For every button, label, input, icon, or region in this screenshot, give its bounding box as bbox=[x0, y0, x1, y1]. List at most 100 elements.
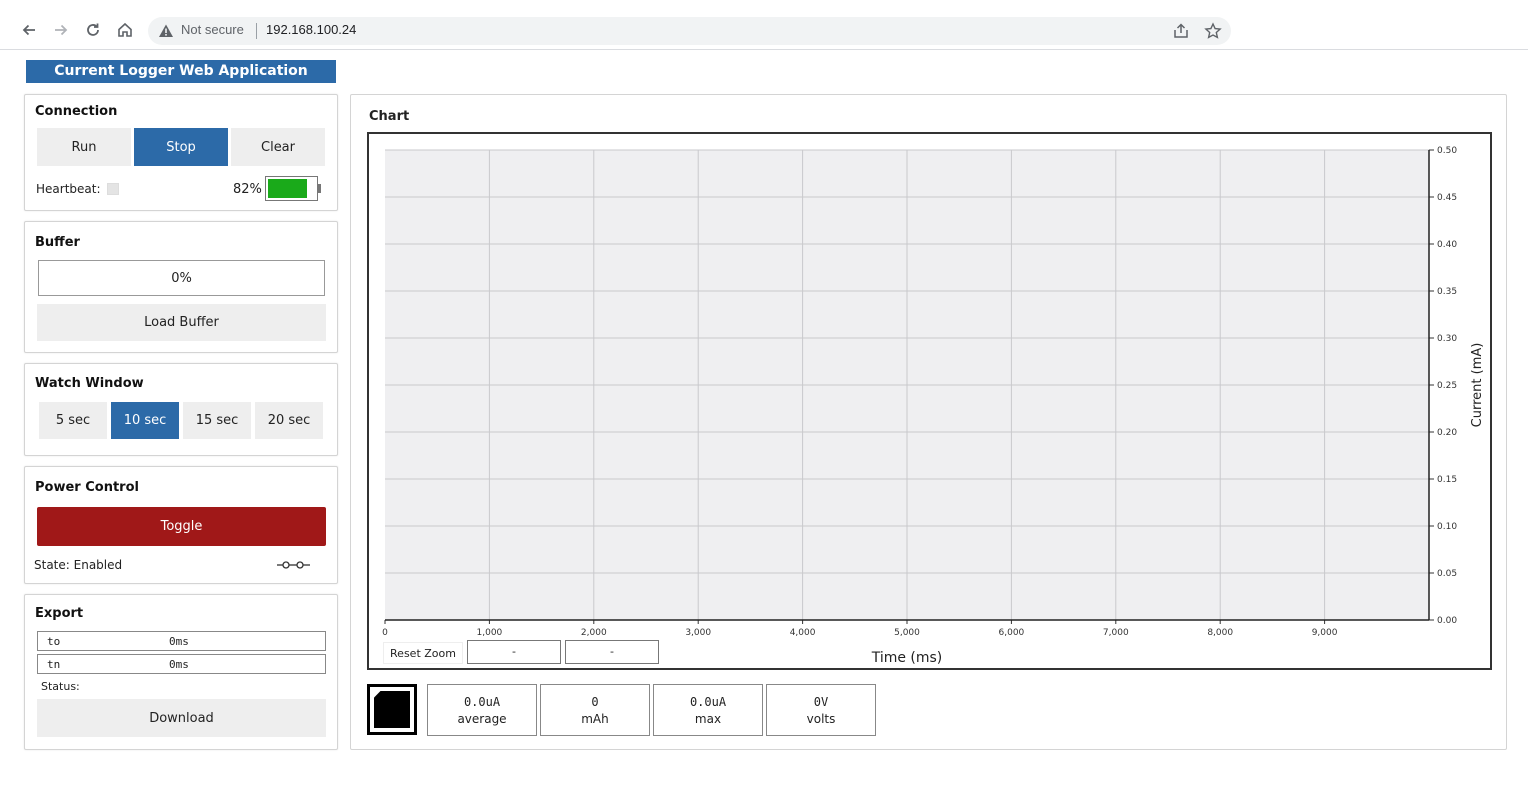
export-tn-field[interactable]: tn 0ms bbox=[37, 654, 326, 674]
connection-title: Connection bbox=[35, 104, 118, 119]
status-indicator bbox=[367, 684, 417, 735]
x-tick-label: 7,000 bbox=[1103, 628, 1129, 638]
x-tick-label: 9,000 bbox=[1312, 628, 1338, 638]
export-tn-value: 0ms bbox=[169, 658, 189, 671]
reload-icon bbox=[87, 23, 99, 36]
watch-20-sec-button[interactable]: 20 sec bbox=[255, 402, 323, 439]
battery-terminal bbox=[318, 184, 321, 193]
watch-window-panel: Watch Window 5 sec 10 sec 15 sec 20 sec bbox=[24, 363, 338, 456]
home-button[interactable] bbox=[112, 17, 138, 43]
x-tick-label: 3,000 bbox=[685, 628, 711, 638]
export-title: Export bbox=[35, 606, 84, 621]
x-tick-label: 2,000 bbox=[581, 628, 607, 638]
stat-volts-label: volts bbox=[806, 712, 836, 726]
stat-max-value: 0.0uA bbox=[689, 695, 727, 709]
battery-fill bbox=[268, 179, 307, 198]
power-state: State: Enabled bbox=[34, 558, 122, 572]
y-axis-title: Current (mA) bbox=[1470, 343, 1485, 428]
stat-volts: 0V volts bbox=[766, 684, 876, 736]
x-tick-label: 6,000 bbox=[999, 628, 1025, 638]
power-control-panel: Power Control Toggle State: Enabled bbox=[24, 466, 338, 584]
back-button[interactable] bbox=[16, 17, 42, 43]
warning-icon bbox=[159, 24, 173, 37]
chart-panel: Chart 0 1,000 2,000 3,000 4,000 5,000 6,000 7,0… bbox=[350, 94, 1507, 750]
x-tick-label: 8,000 bbox=[1207, 628, 1233, 638]
chart-panel-title: Chart bbox=[369, 109, 410, 124]
watch-10-sec-button[interactable]: 10 sec bbox=[111, 402, 179, 439]
reset-zoom-button[interactable]: Reset Zoom bbox=[383, 642, 463, 664]
stat-mah: 0 mAh bbox=[540, 684, 650, 736]
stat-max: 0.0uA max bbox=[653, 684, 763, 736]
buffer-title: Buffer bbox=[35, 235, 80, 250]
y-tick-label: 0.40 bbox=[1437, 240, 1457, 250]
download-button[interactable]: Download bbox=[37, 699, 326, 737]
power-state-label: State: bbox=[34, 558, 70, 572]
arrow-right-icon bbox=[55, 24, 68, 36]
export-to-label: to bbox=[47, 635, 61, 648]
stat-average-value: 0.0uA bbox=[463, 695, 501, 709]
watch-5-sec-button[interactable]: 5 sec bbox=[39, 402, 107, 439]
forward-button[interactable] bbox=[48, 17, 74, 43]
x-axis-title: Time (ms) bbox=[871, 650, 943, 666]
url-text[interactable]: 192.168.100.24 bbox=[266, 22, 356, 37]
watch-15-sec-button[interactable]: 15 sec bbox=[183, 402, 251, 439]
power-toggle-button[interactable]: Toggle bbox=[37, 507, 326, 546]
power-state-value: Enabled bbox=[73, 558, 123, 572]
stat-volts-value: 0V bbox=[813, 695, 829, 709]
export-to-value: 0ms bbox=[169, 635, 189, 648]
x-tick-label: 0 bbox=[382, 628, 388, 638]
y-tick-label: 0.50 bbox=[1437, 146, 1457, 156]
star-icon[interactable] bbox=[1204, 22, 1222, 40]
stop-button[interactable]: Stop bbox=[134, 128, 228, 166]
y-tick-label: 0.35 bbox=[1437, 287, 1457, 297]
address-bar[interactable]: Not secure 192.168.100.24 bbox=[148, 17, 1231, 45]
buffer-panel: Buffer 0% Load Buffer bbox=[24, 221, 338, 353]
browser-toolbar: Not secure 192.168.100.24 bbox=[0, 0, 1528, 50]
current-chart[interactable]: 0 1,000 2,000 3,000 4,000 5,000 6,000 7,000 8,00… bbox=[369, 134, 1490, 668]
export-panel: Export to 0ms tn 0ms Status: Download bbox=[24, 594, 338, 750]
stat-average-label: average bbox=[457, 712, 507, 726]
x-tick-label: 1,000 bbox=[477, 628, 503, 638]
run-button[interactable]: Run bbox=[37, 128, 131, 166]
arrow-left-icon bbox=[22, 24, 35, 36]
switch-closed-icon bbox=[277, 561, 310, 569]
status-indicator-fill bbox=[374, 691, 410, 728]
x-tick-label: 4,000 bbox=[790, 628, 816, 638]
y-tick-label: 0.45 bbox=[1437, 193, 1457, 203]
stat-average: 0.0uA average bbox=[427, 684, 537, 736]
y-tick-label: 0.10 bbox=[1437, 522, 1457, 532]
stat-max-label: max bbox=[694, 712, 722, 726]
export-tn-label: tn bbox=[47, 658, 61, 671]
app-title: Current Logger Web Application bbox=[26, 60, 336, 83]
y-tick-label: 0.15 bbox=[1437, 475, 1457, 485]
zoom-range-min-field[interactable]: - bbox=[467, 640, 561, 664]
heartbeat-indicator bbox=[107, 183, 119, 195]
battery-percent: 82% bbox=[233, 182, 262, 197]
export-to-field[interactable]: to 0ms bbox=[37, 631, 326, 651]
security-status[interactable]: Not secure bbox=[181, 22, 244, 37]
stat-mah-value: 0 bbox=[591, 695, 599, 709]
y-tick-label: 0.25 bbox=[1437, 381, 1457, 391]
power-control-title: Power Control bbox=[35, 480, 139, 495]
export-status-label: Status: bbox=[41, 680, 80, 693]
y-tick-label: 0.30 bbox=[1437, 334, 1457, 344]
y-tick-label: 0.00 bbox=[1437, 616, 1457, 626]
x-tick-label: 5,000 bbox=[894, 628, 920, 638]
connection-panel: Connection Run Stop Clear Heartbeat: 82% bbox=[24, 94, 338, 211]
buffer-progress: 0% bbox=[38, 260, 325, 296]
reload-button[interactable] bbox=[80, 17, 106, 43]
buffer-progress-text: 0% bbox=[171, 270, 192, 286]
zoom-range-max-field[interactable]: - bbox=[565, 640, 659, 664]
share-icon[interactable] bbox=[1172, 22, 1190, 40]
load-buffer-button[interactable]: Load Buffer bbox=[37, 304, 326, 341]
stat-mah-label: mAh bbox=[581, 712, 609, 726]
y-tick-label: 0.20 bbox=[1437, 428, 1457, 438]
heartbeat-label: Heartbeat: bbox=[36, 182, 101, 196]
battery-icon bbox=[265, 176, 321, 201]
address-divider bbox=[256, 23, 257, 39]
clear-button[interactable]: Clear bbox=[231, 128, 325, 166]
y-tick-label: 0.05 bbox=[1437, 569, 1457, 579]
watch-window-title: Watch Window bbox=[35, 376, 144, 391]
chart-frame: 0 1,000 2,000 3,000 4,000 5,000 6,000 7,000 8,00… bbox=[367, 132, 1492, 670]
home-icon bbox=[118, 22, 132, 37]
